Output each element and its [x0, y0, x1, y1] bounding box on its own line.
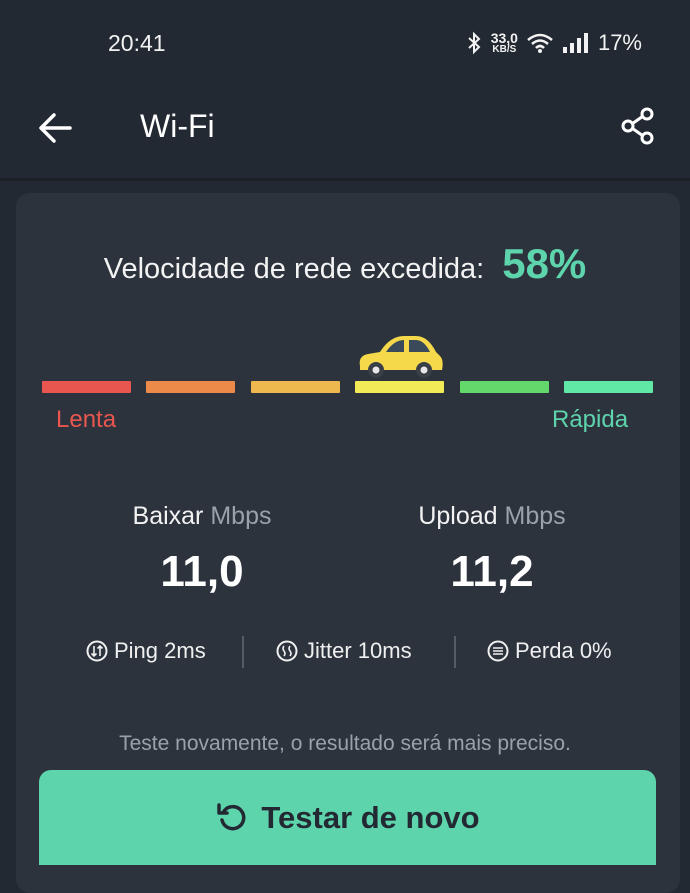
battery-level: 17%: [597, 30, 642, 55]
ping-stat: Ping 2ms: [86, 638, 206, 664]
speed-segment-5: [460, 381, 549, 393]
network-speed-value: 33,0: [490, 30, 518, 46]
page-title: Wi-Fi: [140, 108, 215, 144]
upload-metric: Upload Mbps 11,2: [362, 502, 622, 597]
refresh-icon: [217, 802, 246, 830]
speed-headline: Velocidade de rede excedida: 58%: [0, 240, 690, 288]
network-speed-unit: KB/S: [492, 44, 517, 55]
speed-segment-3: [251, 381, 340, 393]
status-icons: 33,0 KB/S 17%: [465, 28, 642, 58]
back-button[interactable]: [34, 106, 78, 150]
ping-icon: [86, 640, 108, 662]
stats-divider: [454, 636, 456, 668]
bluetooth-icon: [468, 31, 481, 55]
share-icon: [621, 107, 654, 145]
scale-label-slow: Lenta: [56, 406, 117, 433]
stats-divider: [242, 636, 244, 668]
app-bar: Wi-Fi: [0, 88, 690, 178]
speed-segment-6: [564, 381, 653, 393]
download-value: 11,0: [160, 547, 244, 596]
scale-label-fast: Rápida: [552, 406, 629, 433]
speed-segment-1: [42, 381, 131, 393]
car-icon: [359, 336, 443, 378]
ping-value: Ping 2ms: [114, 638, 206, 663]
signal-icon: [562, 33, 588, 53]
status-time: 20:41: [108, 30, 166, 56]
download-label: Baixar: [132, 502, 204, 530]
retest-button[interactable]: Testar de novo: [39, 770, 656, 865]
download-heading: Baixar Mbps: [72, 502, 332, 531]
arrow-left-icon: [39, 113, 72, 143]
headline-label: Velocidade de rede excedida:: [103, 253, 485, 285]
share-button[interactable]: [616, 104, 660, 148]
download-metric: Baixar Mbps 11,0: [72, 502, 332, 597]
download-unit: Mbps: [210, 502, 272, 530]
loss-icon: [487, 640, 509, 662]
jitter-value: Jitter 10ms: [304, 638, 412, 663]
retest-button-label: Testar de novo: [261, 799, 480, 835]
jitter-icon: [276, 640, 298, 662]
loss-value: Perda 0%: [515, 638, 612, 663]
network-speed: 33,0 KB/S: [491, 31, 518, 55]
wifi-icon: [527, 33, 553, 53]
jitter-stat: Jitter 10ms: [276, 638, 412, 664]
speed-segment-4: [355, 381, 444, 393]
headline-percent: 58%: [502, 240, 587, 287]
loss-stat: Perda 0%: [487, 638, 612, 664]
speed-segment-2: [146, 381, 235, 393]
status-bar: 20:41 33,0 KB/S 17%: [0, 0, 690, 88]
retest-hint: Teste novamente, o resultado será mais p…: [119, 732, 571, 755]
stats-row: Ping 2ms Jitter 10ms Perda 0%: [0, 636, 690, 672]
upload-unit: Mbps: [504, 502, 566, 530]
upload-label: Upload: [418, 502, 498, 530]
speed-scale: [42, 381, 654, 393]
app-bar-divider: [0, 178, 690, 181]
upload-value: 11,2: [450, 547, 534, 596]
upload-heading: Upload Mbps: [362, 502, 622, 531]
